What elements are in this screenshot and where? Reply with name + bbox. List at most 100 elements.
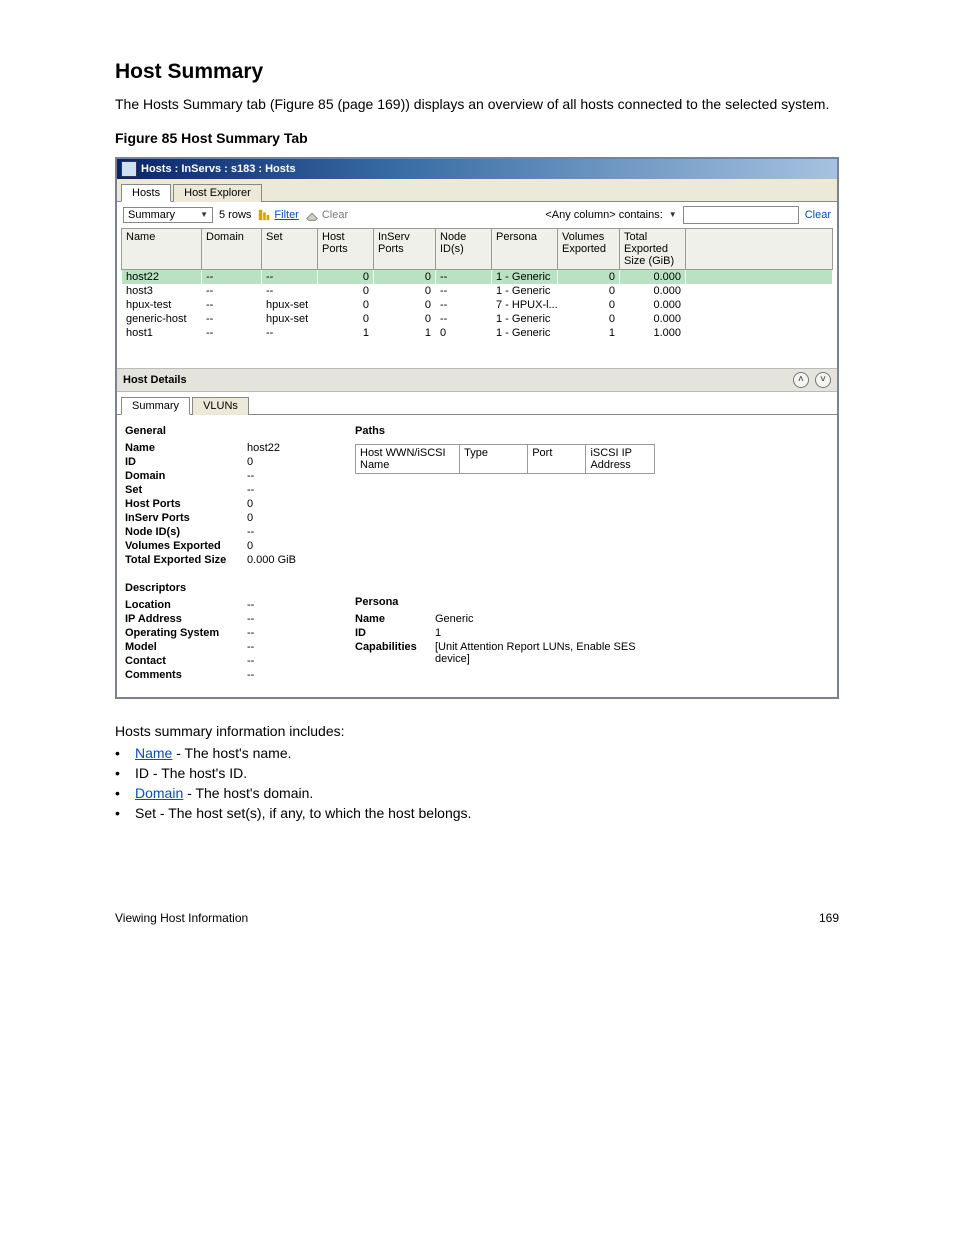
col-total-exported[interactable]: Total Exported Size (GiB) bbox=[620, 228, 686, 269]
clear-button[interactable]: Clear bbox=[305, 208, 348, 222]
filter-link[interactable]: Filter bbox=[257, 208, 298, 222]
field-label: ID bbox=[125, 456, 247, 468]
paths-col-type[interactable]: Type bbox=[460, 444, 528, 473]
cell: 1.000 bbox=[620, 326, 686, 340]
cell: 1 - Generic bbox=[492, 326, 558, 340]
field-label: Comments bbox=[125, 669, 247, 681]
cell: -- bbox=[262, 284, 318, 298]
field-label: Node ID(s) bbox=[125, 526, 247, 538]
cell: generic-host bbox=[122, 312, 202, 326]
field-value: 0.000 GiB bbox=[247, 554, 335, 566]
table-row[interactable]: host3----00--1 - Generic00.000 bbox=[122, 284, 833, 298]
field-value: -- bbox=[247, 470, 335, 482]
field-value: 0 bbox=[247, 498, 335, 510]
field-value: -- bbox=[247, 613, 335, 625]
cell: -- bbox=[436, 312, 492, 326]
doc-col-link[interactable]: Domain bbox=[135, 785, 183, 801]
field-value: Generic bbox=[435, 613, 655, 625]
table-row[interactable]: hpux-test--hpux-set00--7 - HPUX-l...00.0… bbox=[122, 298, 833, 312]
row-count: 5 rows bbox=[219, 209, 251, 221]
field-value: -- bbox=[247, 526, 335, 538]
cell: 0.000 bbox=[620, 312, 686, 326]
doc-heading: Host Summary bbox=[115, 60, 839, 84]
tab-host-explorer[interactable]: Host Explorer bbox=[173, 184, 262, 202]
cell: -- bbox=[436, 298, 492, 312]
cell: 0 bbox=[558, 298, 620, 312]
paths-col-port[interactable]: Port bbox=[528, 444, 586, 473]
doc-col-item: Domain - The host's domain. bbox=[135, 785, 839, 801]
cell: 0 bbox=[374, 312, 436, 326]
tab-details-summary[interactable]: Summary bbox=[121, 397, 190, 415]
bullet-icon: • bbox=[115, 785, 129, 801]
col-set[interactable]: Set bbox=[262, 228, 318, 269]
tab-details-vluns[interactable]: VLUNs bbox=[192, 397, 249, 415]
cell: -- bbox=[202, 269, 262, 284]
hosts-table: Name Domain Set Host Ports InServ Ports … bbox=[121, 228, 833, 340]
view-dropdown[interactable]: Summary ▼ bbox=[123, 207, 213, 223]
top-tabstrip: Hosts Host Explorer bbox=[117, 179, 837, 202]
cell: -- bbox=[262, 269, 318, 284]
col-domain[interactable]: Domain bbox=[202, 228, 262, 269]
field-label: Operating System bbox=[125, 627, 247, 639]
doc-col-link[interactable]: Name bbox=[135, 745, 172, 761]
cell: host22 bbox=[122, 269, 202, 284]
doc-col-item: Set - The host set(s), if any, to which … bbox=[135, 805, 839, 821]
cell: -- bbox=[202, 298, 262, 312]
collapse-up-icon[interactable]: ˄ bbox=[793, 372, 809, 388]
field-value: -- bbox=[247, 669, 335, 681]
col-volumes-exported[interactable]: Volumes Exported bbox=[558, 228, 620, 269]
clear-link[interactable]: Clear bbox=[805, 209, 831, 221]
paths-table: Host WWN/iSCSI Name Type Port iSCSI IP A… bbox=[355, 444, 655, 474]
doc-col-item: Name - The host's name. bbox=[135, 745, 839, 761]
cell: -- bbox=[262, 326, 318, 340]
cell: 0 bbox=[436, 326, 492, 340]
view-dropdown-value: Summary bbox=[128, 209, 175, 221]
col-name[interactable]: Name bbox=[122, 228, 202, 269]
app-icon bbox=[121, 161, 137, 177]
paths-col-wwn[interactable]: Host WWN/iSCSI Name bbox=[356, 444, 460, 473]
figure-label: Figure 85 Host Summary Tab bbox=[115, 128, 839, 148]
col-persona[interactable]: Persona bbox=[492, 228, 558, 269]
window-title: Hosts : InServs : s183 : Hosts bbox=[141, 163, 296, 175]
host-details-title: Host Details bbox=[123, 374, 187, 386]
collapse-down-icon[interactable]: ˅ bbox=[815, 372, 831, 388]
cell: 0.000 bbox=[620, 269, 686, 284]
contains-input[interactable] bbox=[683, 206, 799, 224]
cell: 0 bbox=[318, 298, 374, 312]
cell: -- bbox=[436, 284, 492, 298]
doc-body: The Hosts Summary tab (Figure 85 (page 1… bbox=[115, 94, 839, 114]
field-label: InServ Ports bbox=[125, 512, 247, 524]
cell: 0 bbox=[318, 269, 374, 284]
cell: -- bbox=[202, 326, 262, 340]
cell: 0 bbox=[374, 298, 436, 312]
details-tabstrip: Summary VLUNs bbox=[117, 392, 837, 415]
col-node-ids[interactable]: Node ID(s) bbox=[436, 228, 492, 269]
paths-col-iscsi-ip[interactable]: iSCSI IP Address bbox=[586, 444, 655, 473]
footer-left: Viewing Host Information bbox=[115, 911, 248, 925]
table-row[interactable]: host1----1101 - Generic11.000 bbox=[122, 326, 833, 340]
field-value: -- bbox=[247, 627, 335, 639]
field-value: 1 bbox=[435, 627, 655, 639]
field-label: ID bbox=[355, 627, 431, 639]
general-section-title: General bbox=[125, 421, 335, 442]
tab-hosts[interactable]: Hosts bbox=[121, 184, 171, 202]
field-label: Location bbox=[125, 599, 247, 611]
table-row[interactable]: generic-host--hpux-set00--1 - Generic00.… bbox=[122, 312, 833, 326]
col-inserv-ports[interactable]: InServ Ports bbox=[374, 228, 436, 269]
table-header-row: Name Domain Set Host Ports InServ Ports … bbox=[122, 228, 833, 269]
contains-chevron-icon[interactable]: ▼ bbox=[669, 210, 677, 219]
cell: 0 bbox=[374, 269, 436, 284]
cell: host3 bbox=[122, 284, 202, 298]
bullet-icon: • bbox=[115, 765, 129, 781]
cell: 0 bbox=[318, 312, 374, 326]
persona-section-title: Persona bbox=[355, 592, 829, 613]
cell: 0 bbox=[558, 284, 620, 298]
table-row[interactable]: host22----00--1 - Generic00.000 bbox=[122, 269, 833, 284]
cell: 0.000 bbox=[620, 284, 686, 298]
cell: host1 bbox=[122, 326, 202, 340]
host-details-header: Host Details ˄ ˅ bbox=[117, 368, 837, 392]
field-value: -- bbox=[247, 484, 335, 496]
col-host-ports[interactable]: Host Ports bbox=[318, 228, 374, 269]
field-label: Name bbox=[125, 442, 247, 454]
field-label: Model bbox=[125, 641, 247, 653]
